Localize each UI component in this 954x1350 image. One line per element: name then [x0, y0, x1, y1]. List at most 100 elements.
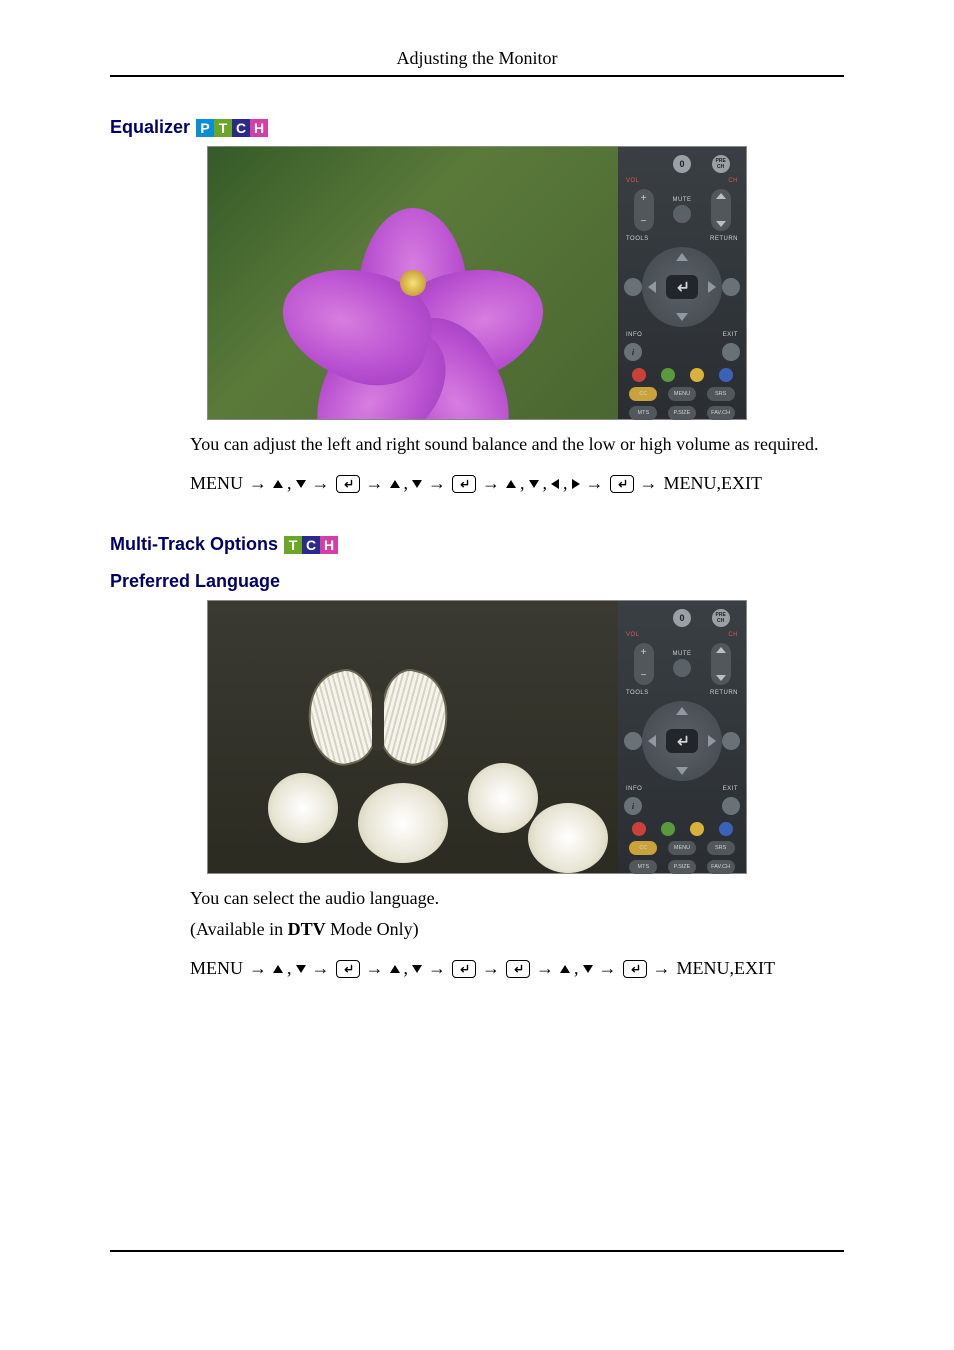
remote-info-label: INFO	[626, 332, 642, 338]
down-arrow-icon	[412, 480, 422, 488]
remote-menu-button[interactable]: MENU	[668, 387, 696, 401]
remote-cc-button[interactable]: CC	[629, 387, 657, 401]
remote-cc-button[interactable]: CC	[629, 841, 657, 855]
remote-exit-button[interactable]	[722, 343, 740, 361]
multitrack-body-text1: You can select the audio language.	[190, 888, 844, 909]
nav-text: MENU	[190, 473, 243, 494]
dpad-up-icon[interactable]	[676, 253, 688, 261]
badge-t-icon: T	[214, 119, 232, 137]
remote-mute-button[interactable]	[673, 205, 691, 223]
remote-info-label: INFO	[626, 786, 642, 792]
body2-bold: DTV	[288, 919, 326, 939]
remote-color-buttons	[624, 822, 740, 836]
remote-mute-button[interactable]	[673, 659, 691, 677]
flower-graphic	[293, 163, 533, 403]
remote-volume-rocker[interactable]: + −	[634, 643, 654, 685]
remote-srs-button[interactable]: SRS	[707, 841, 735, 855]
remote-yellow-button[interactable]	[690, 368, 704, 382]
multitrack-heading-text: Multi-Track Options	[110, 534, 278, 555]
remote-power-button[interactable]: 0	[673, 609, 691, 627]
remote-mute-label: MUTE	[673, 651, 692, 657]
remote-tools-label: TOOLS	[626, 690, 649, 696]
remote-prech-button[interactable]: PRE CH	[712, 609, 730, 627]
remote-psize-button[interactable]: P.SIZE	[668, 860, 696, 874]
dpad-left-icon[interactable]	[648, 735, 656, 747]
butterfly-photo	[208, 601, 618, 873]
remote-dpad[interactable]	[642, 247, 722, 327]
up-arrow-icon	[273, 480, 283, 488]
remote-color-buttons	[624, 368, 740, 382]
remote-info-button[interactable]: i	[624, 797, 642, 815]
dpad-down-icon[interactable]	[676, 767, 688, 775]
enter-key-icon	[452, 475, 476, 493]
section-heading-multitrack: Multi-Track Options T C H	[110, 534, 844, 555]
remote-mts-button[interactable]: MTS	[629, 406, 657, 420]
remote-return-label: RETURN	[710, 236, 738, 242]
multitrack-illustration: 0 PRE CH VOL CH + − MUTE	[207, 600, 747, 874]
remote-favch-button[interactable]: FAV.CH	[707, 860, 735, 874]
remote-control: 0 PRE CH VOL CH + − MUTE	[618, 601, 746, 873]
section-heading-equalizer: Equalizer P T C H	[110, 117, 844, 138]
body2-pre: (Available in	[190, 919, 288, 939]
remote-blue-button[interactable]	[719, 822, 733, 836]
remote-tools-button[interactable]	[624, 732, 642, 750]
butterfly-graphic	[308, 671, 448, 771]
remote-dpad[interactable]	[642, 701, 722, 781]
remote-channel-rocker[interactable]	[711, 189, 731, 231]
enter-key-icon	[623, 960, 647, 978]
remote-enter-button[interactable]	[666, 729, 698, 753]
remote-tools-label: TOOLS	[626, 236, 649, 242]
remote-tools-button[interactable]	[624, 278, 642, 296]
remote-blue-button[interactable]	[719, 368, 733, 382]
remote-channel-rocker[interactable]	[711, 643, 731, 685]
enter-key-icon	[610, 475, 634, 493]
dpad-up-icon[interactable]	[676, 707, 688, 715]
dpad-right-icon[interactable]	[708, 735, 716, 747]
remote-control: 0 PRE CH VOL CH + − MUTE	[618, 147, 746, 419]
header-rule	[110, 75, 844, 77]
remote-red-button[interactable]	[632, 368, 646, 382]
badge-h-icon: H	[320, 536, 338, 554]
equalizer-nav-sequence: MENU → , → → , → → ,,, → → MENU,EXIT	[190, 473, 844, 494]
enter-key-icon	[336, 960, 360, 978]
remote-vol-label: VOL	[626, 178, 640, 184]
nav-text: MENU,EXIT	[664, 473, 762, 494]
remote-enter-button[interactable]	[666, 275, 698, 299]
badge-c-icon: C	[302, 536, 320, 554]
remote-volume-rocker[interactable]: + −	[634, 189, 654, 231]
remote-yellow-button[interactable]	[690, 822, 704, 836]
remote-psize-button[interactable]: P.SIZE	[668, 406, 696, 420]
dpad-down-icon[interactable]	[676, 313, 688, 321]
equalizer-illustration: 0 PRE CH VOL CH + − MUTE	[207, 146, 747, 420]
right-arrow-icon	[572, 479, 580, 489]
down-arrow-icon	[412, 965, 422, 973]
remote-return-button[interactable]	[722, 732, 740, 750]
page-header-title: Adjusting the Monitor	[110, 48, 844, 69]
multitrack-nav-sequence: MENU → , → → , → → → , → → MENU,EXIT	[190, 958, 844, 979]
remote-menu-button[interactable]: MENU	[668, 841, 696, 855]
remote-mts-button[interactable]: MTS	[629, 860, 657, 874]
remote-srs-button[interactable]: SRS	[707, 387, 735, 401]
dpad-left-icon[interactable]	[648, 281, 656, 293]
equalizer-badges: P T C H	[196, 119, 268, 137]
up-arrow-icon	[506, 480, 516, 488]
remote-return-button[interactable]	[722, 278, 740, 296]
remote-prech-button[interactable]: PRE CH	[712, 155, 730, 173]
remote-red-button[interactable]	[632, 822, 646, 836]
remote-info-button[interactable]: i	[624, 343, 642, 361]
remote-exit-label: EXIT	[723, 786, 738, 792]
dpad-right-icon[interactable]	[708, 281, 716, 293]
remote-exit-button[interactable]	[722, 797, 740, 815]
footer-rule	[110, 1250, 844, 1252]
flower-photo	[208, 147, 618, 419]
remote-power-button[interactable]: 0	[673, 155, 691, 173]
remote-ch-label: CH	[728, 178, 738, 184]
left-arrow-icon	[551, 479, 559, 489]
remote-green-button[interactable]	[661, 368, 675, 382]
remote-green-button[interactable]	[661, 822, 675, 836]
up-arrow-icon	[390, 965, 400, 973]
page: Adjusting the Monitor Equalizer P T C H	[0, 0, 954, 1350]
remote-favch-button[interactable]: FAV.CH	[707, 406, 735, 420]
down-arrow-icon	[296, 480, 306, 488]
enter-icon	[673, 734, 691, 748]
